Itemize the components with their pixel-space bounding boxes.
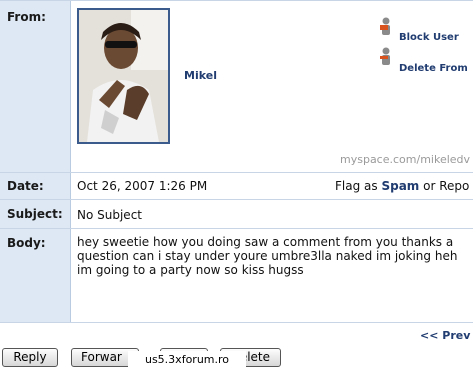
prev-link[interactable]: << Prev xyxy=(420,329,470,342)
delete-from-icon[interactable] xyxy=(380,47,392,67)
body-label: Body: xyxy=(7,236,46,250)
row-divider xyxy=(0,172,473,173)
body-line: hey sweetie how you doing saw a comment … xyxy=(77,235,454,249)
message-panel: From: Date: Subject: Body: Mikel Block U… xyxy=(0,0,473,323)
watermark-text: us5.3xforum.ro xyxy=(128,351,246,368)
body-line: question can i stay under youre umbre3ll… xyxy=(77,249,458,263)
reply-button[interactable]: Reply xyxy=(2,348,58,367)
subject-label: Subject: xyxy=(7,207,63,221)
flag-spam-text: Flag as Spam or Repo xyxy=(335,179,469,193)
row-divider xyxy=(0,199,473,200)
block-user-icon[interactable] xyxy=(380,17,392,37)
body-line: im going to a party now so kiss hugss xyxy=(77,263,304,277)
date-label-cell: Date: xyxy=(0,173,71,199)
message-body: hey sweetie how you doing saw a comment … xyxy=(77,235,473,277)
message-subject: No Subject xyxy=(77,208,142,222)
date-label: Date: xyxy=(7,179,44,193)
body-label-cell: Body: xyxy=(0,229,71,323)
flag-prefix: Flag as xyxy=(335,179,378,193)
delete-from-link[interactable]: Delete From xyxy=(399,63,468,74)
avatar-photo-icon xyxy=(79,10,168,142)
profile-url[interactable]: myspace.com/mikeledv xyxy=(340,153,470,166)
from-label-cell: From: xyxy=(0,1,71,172)
sender-avatar[interactable] xyxy=(77,8,170,144)
row-divider xyxy=(0,322,473,323)
block-user-link[interactable]: Block User xyxy=(399,32,459,43)
subject-label-cell: Subject: xyxy=(0,200,71,228)
flag-report-link[interactable]: or Repo xyxy=(423,179,469,193)
sender-name-link[interactable]: Mikel xyxy=(184,69,217,82)
message-date: Oct 26, 2007 1:26 PM xyxy=(77,179,208,193)
from-label: From: xyxy=(7,10,46,24)
flag-spam-link[interactable]: Spam xyxy=(381,179,419,193)
row-divider xyxy=(0,228,473,229)
